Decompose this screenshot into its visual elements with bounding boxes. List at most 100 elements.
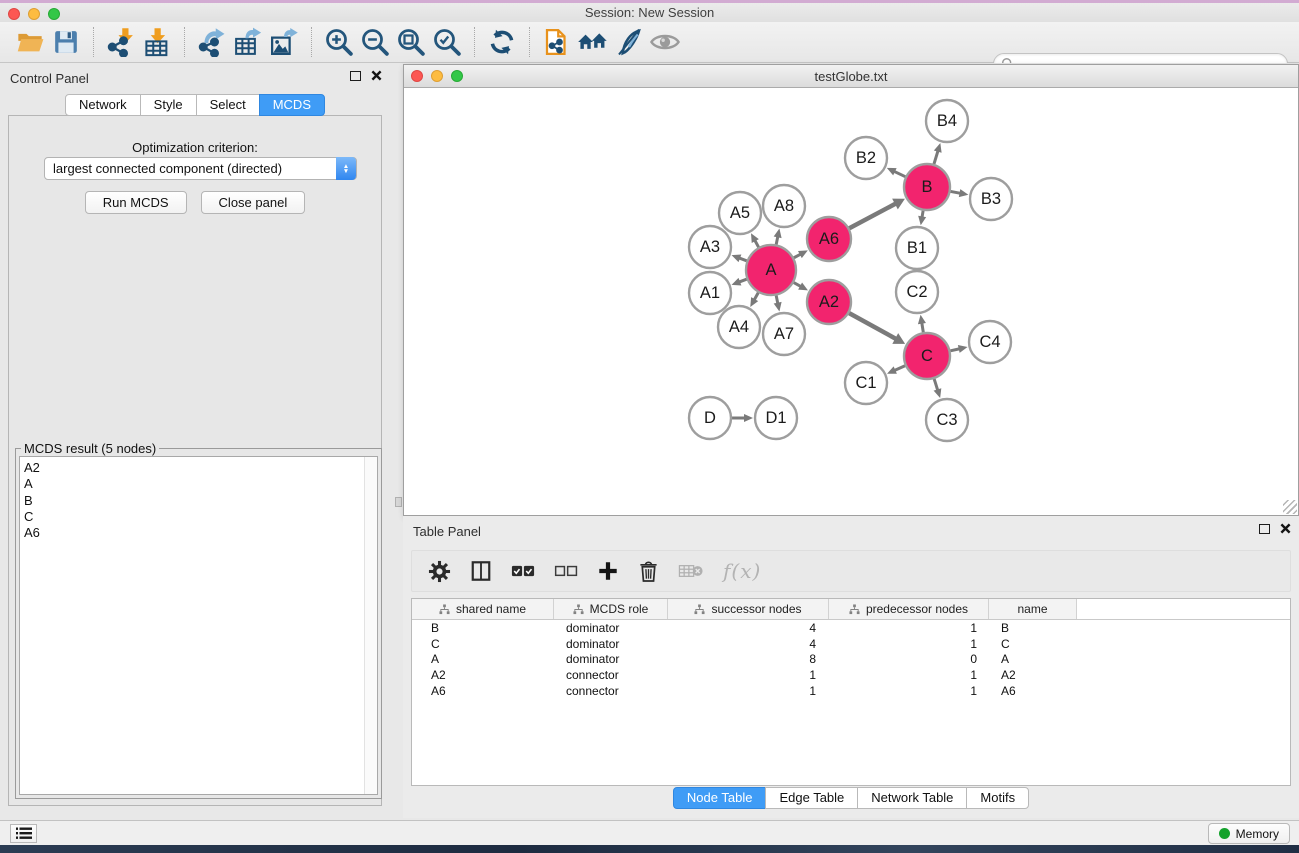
result-list-item[interactable]: A — [24, 476, 377, 492]
graph-edge-B-B2[interactable] — [894, 171, 905, 176]
export-image-icon[interactable] — [266, 25, 302, 59]
graph-node-D1[interactable] — [755, 397, 797, 439]
run-mcds-button[interactable]: Run MCDS — [85, 191, 187, 214]
optimization-criterion-select[interactable]: largest connected component (directed) ▲… — [44, 157, 357, 180]
show-graphics-details-icon[interactable] — [611, 25, 647, 59]
table-row[interactable]: A6connector11A6 — [412, 683, 1290, 699]
close-panel-button[interactable]: Close panel — [201, 191, 306, 214]
graph-node-A5[interactable] — [719, 192, 761, 234]
graph-node-B3[interactable] — [970, 178, 1012, 220]
table-settings-gear-icon[interactable] — [428, 556, 451, 586]
tab-motifs[interactable]: Motifs — [966, 787, 1029, 809]
float-table-panel-icon[interactable] — [1259, 524, 1270, 534]
result-list-item[interactable]: A6 — [24, 525, 377, 541]
graph-node-B1[interactable] — [896, 227, 938, 269]
graph-edge-A-A2[interactable] — [794, 283, 801, 287]
close-window-button[interactable] — [8, 8, 20, 20]
cybrowser-home-icon[interactable] — [575, 25, 611, 59]
tab-node-table[interactable]: Node Table — [673, 787, 767, 809]
network-zoom-button[interactable] — [451, 70, 463, 82]
graph-node-C3[interactable] — [926, 399, 968, 441]
zoom-fit-icon[interactable] — [393, 25, 429, 59]
graph-edge-C-C3[interactable] — [934, 379, 938, 391]
float-panel-icon[interactable] — [350, 71, 361, 81]
graph-edge-C-C4[interactable] — [950, 349, 959, 351]
graph-node-C1[interactable] — [845, 362, 887, 404]
zoom-selected-icon[interactable] — [429, 25, 465, 59]
graph-edge-C-C2[interactable] — [922, 323, 924, 333]
tab-network-table[interactable]: Network Table — [857, 787, 967, 809]
task-history-button[interactable] — [10, 824, 37, 843]
resize-grip-icon[interactable] — [1283, 500, 1297, 514]
table-row[interactable]: Cdominator41C — [412, 636, 1290, 652]
graph-node-A7[interactable] — [763, 313, 805, 355]
network-close-button[interactable] — [411, 70, 423, 82]
result-list-item[interactable]: A2 — [24, 460, 377, 476]
deselect-all-icon[interactable] — [554, 556, 578, 586]
select-all-icon[interactable] — [511, 556, 535, 586]
graph-edge-A6-B[interactable] — [849, 204, 896, 229]
tab-select[interactable]: Select — [196, 94, 260, 116]
result-list-item[interactable]: B — [24, 493, 377, 509]
graph-edge-B-B4[interactable] — [934, 151, 938, 164]
apply-layout-icon[interactable] — [484, 25, 520, 59]
close-table-panel-icon[interactable] — [1280, 523, 1291, 534]
graph-edge-A-A4[interactable] — [754, 293, 758, 300]
zoom-in-icon[interactable] — [321, 25, 357, 59]
import-network-icon[interactable] — [103, 25, 139, 59]
result-list-item[interactable]: C — [24, 509, 377, 525]
graph-edge-C-C1[interactable] — [894, 366, 905, 371]
show-columns-icon[interactable] — [470, 556, 492, 586]
export-network-icon[interactable] — [194, 25, 230, 59]
zoom-out-icon[interactable] — [357, 25, 393, 59]
column-header-MCDS-role[interactable]: MCDS role — [554, 599, 668, 619]
graph-edge-A-A8[interactable] — [776, 236, 778, 244]
table-row[interactable]: Bdominator41B — [412, 620, 1290, 636]
network-minimize-button[interactable] — [431, 70, 443, 82]
zoom-window-button[interactable] — [48, 8, 60, 20]
graph-node-D[interactable] — [689, 397, 731, 439]
graph-node-A4[interactable] — [718, 306, 760, 348]
new-network-from-selection-icon[interactable] — [539, 25, 575, 59]
graph-node-C[interactable] — [904, 333, 950, 379]
create-column-plus-icon[interactable] — [597, 556, 619, 586]
tab-style[interactable]: Style — [140, 94, 197, 116]
graph-edge-A-A3[interactable] — [739, 258, 747, 261]
graph-edge-A-A1[interactable] — [739, 279, 747, 282]
column-header-name[interactable]: name — [989, 599, 1077, 619]
graph-node-B4[interactable] — [926, 100, 968, 142]
graph-node-A3[interactable] — [689, 226, 731, 268]
graph-edge-A-A5[interactable] — [755, 240, 759, 247]
table-row[interactable]: Adominator80A — [412, 652, 1290, 668]
table-row[interactable]: A2connector11A2 — [412, 667, 1290, 683]
memory-button[interactable]: Memory — [1208, 823, 1290, 844]
minimize-window-button[interactable] — [28, 8, 40, 20]
column-header-predecessor-nodes[interactable]: predecessor nodes — [829, 599, 989, 619]
graph-edge-A2-C[interactable] — [849, 313, 896, 339]
export-table-icon[interactable] — [230, 25, 266, 59]
tab-network[interactable]: Network — [65, 94, 141, 116]
graph-node-A[interactable] — [746, 245, 796, 295]
graph-node-A1[interactable] — [689, 272, 731, 314]
tab-edge-table[interactable]: Edge Table — [765, 787, 858, 809]
open-session-icon[interactable] — [12, 25, 48, 59]
import-table-icon[interactable] — [139, 25, 175, 59]
close-panel-icon[interactable] — [371, 70, 382, 81]
graph-node-B2[interactable] — [845, 137, 887, 179]
result-scrollbar[interactable] — [364, 457, 377, 794]
graph-edge-A-A6[interactable] — [794, 254, 801, 258]
network-canvas[interactable]: B4B2BB3A8A5A6B1A3AC2A1A2A4A7C4CC1C3DD1 — [404, 89, 1298, 515]
graph-node-C2[interactable] — [896, 271, 938, 313]
mcds-result-list[interactable]: A2ABCA6 — [19, 456, 378, 795]
graph-node-A8[interactable] — [763, 185, 805, 227]
vertical-splitter-handle[interactable] — [395, 497, 402, 507]
column-header-successor-nodes[interactable]: successor nodes — [668, 599, 829, 619]
network-window-titlebar[interactable]: testGlobe.txt — [404, 65, 1298, 88]
delete-column-trash-icon[interactable] — [638, 556, 659, 586]
graph-node-A2[interactable] — [807, 280, 851, 324]
graph-node-C4[interactable] — [969, 321, 1011, 363]
graph-edge-B-B3[interactable] — [951, 191, 961, 193]
column-header-shared-name[interactable]: shared name — [412, 599, 554, 619]
save-session-icon[interactable] — [48, 25, 84, 59]
hide-graphics-eye-icon[interactable] — [647, 25, 683, 59]
